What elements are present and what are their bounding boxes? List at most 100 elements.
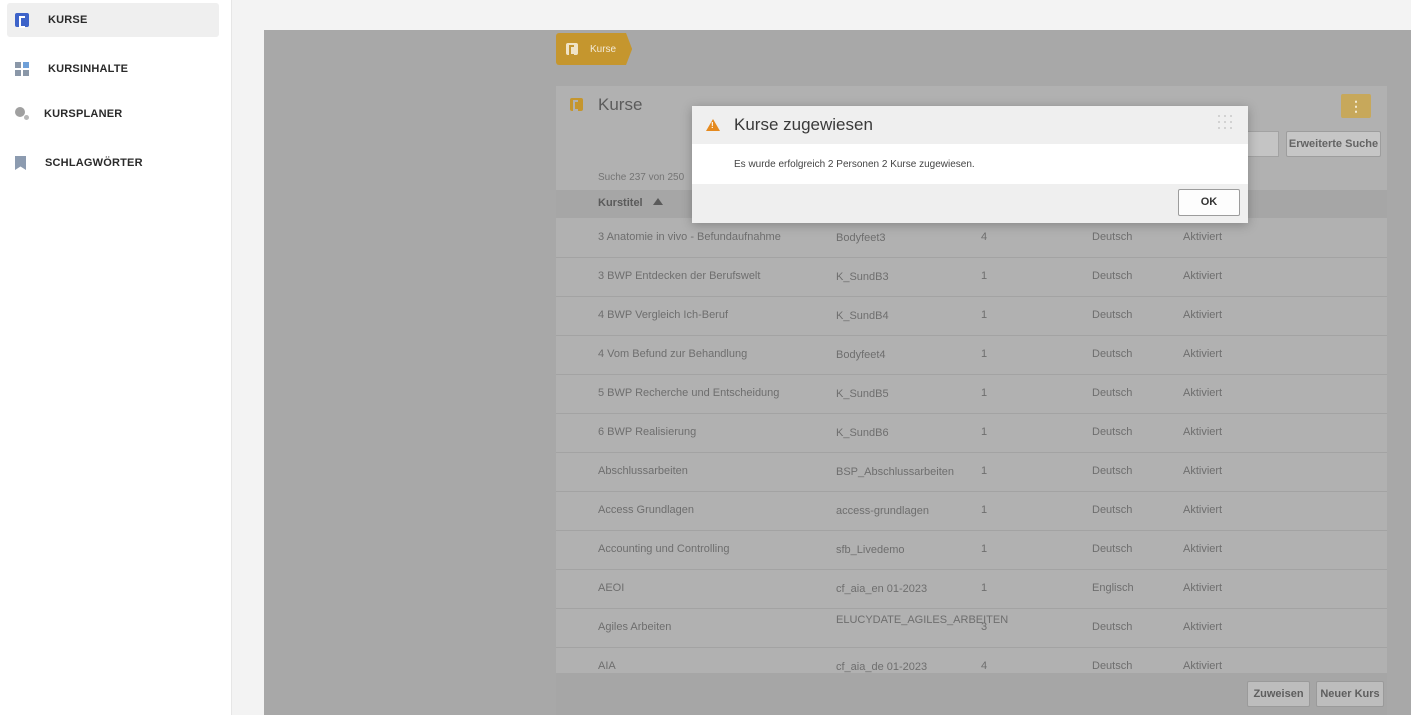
result-count: Suche 237 von 250 — [598, 172, 685, 183]
cell-count: 4 — [981, 660, 988, 672]
table-row[interactable]: 6 BWP Realisierung K_SundB6 1 Deutsch Aktivi… — [556, 414, 1387, 453]
cell-language: Deutsch — [1092, 387, 1133, 399]
panel-footer: Zuweisen Neuer Kurs — [556, 673, 1387, 715]
table-row[interactable]: Agiles Arbeiten ELUCYDATE_AGILES_ARBEITEN… — [556, 609, 1387, 648]
cell-count: 1 — [981, 465, 988, 477]
cell-count: 1 — [981, 504, 988, 516]
table-row[interactable]: Accounting und Controlling sfb_Livedemo 1 D… — [556, 531, 1387, 570]
cell-status: Aktiviert — [1183, 543, 1223, 555]
cell-code: access-grundlagen — [836, 505, 929, 517]
cell-title: AEOI — [598, 582, 625, 594]
cell-status: Aktiviert — [1183, 504, 1223, 516]
cell-status: Aktiviert — [1183, 582, 1223, 594]
cell-status: Aktiviert — [1183, 348, 1223, 360]
cell-language: Deutsch — [1092, 543, 1133, 555]
cell-title: Access Grundlagen — [598, 504, 694, 516]
table-row[interactable]: 3 BWP Entdecken der Berufswelt K_SundB3 1 D… — [556, 258, 1387, 297]
cell-count: 3 — [981, 621, 988, 633]
warning-icon — [706, 119, 720, 131]
cell-count: 1 — [981, 426, 988, 438]
table-row[interactable]: AIA cf_aia_de 01-2023 4 Deutsch Aktiviert — [556, 648, 1387, 676]
cell-title: Agiles Arbeiten — [598, 621, 672, 633]
sidebar-item-schlagwoerter[interactable]: SCHLAGWÖRTER — [7, 146, 219, 180]
assign-button[interactable]: Zuweisen — [1247, 681, 1310, 707]
sort-ascending-icon — [652, 198, 663, 205]
advanced-search-button[interactable]: Erweiterte Suche — [1286, 131, 1381, 157]
cell-code: Bodyfeet3 — [836, 232, 886, 244]
panel-title: Kurse — [598, 95, 643, 114]
sidebar-item-kursplaner[interactable]: KURSPLANER — [7, 97, 219, 131]
table-row[interactable]: 3 Anatomie in vivo - Befundaufnahme Bodyf… — [556, 219, 1387, 258]
dialog-header[interactable]: Kurse zugewiesen — [692, 106, 1248, 144]
cell-language: Deutsch — [1092, 231, 1133, 243]
cell-code: ELUCYDATE_AGILES_ARBEITEN — [836, 614, 1009, 626]
cell-language: Deutsch — [1092, 348, 1133, 360]
cell-language: Deutsch — [1092, 660, 1133, 672]
assignment-dialog: Kurse zugewiesen Es wurde erfolgreich 2 … — [692, 106, 1248, 223]
cell-language: Deutsch — [1092, 270, 1133, 282]
cell-language: Deutsch — [1092, 426, 1133, 438]
cell-code: BSP_Abschlussarbeiten — [836, 466, 955, 478]
cell-code: K_SundB5 — [836, 388, 889, 400]
cell-status: Aktiviert — [1183, 387, 1223, 399]
sidebar-item-label: KURSINHALTE — [48, 63, 129, 75]
cell-status: Aktiviert — [1183, 309, 1223, 321]
cell-title: 3 Anatomie in vivo - Befundaufnahme — [598, 231, 781, 243]
new-course-button[interactable]: Neuer Kurs — [1316, 681, 1384, 707]
table-body: 3 Anatomie in vivo - Befundaufnahme Bodyf… — [556, 219, 1387, 676]
cell-count: 1 — [981, 309, 988, 321]
table-row[interactable]: AEOI cf_aia_en 01-2023 1 Englisch Aktiviert — [556, 570, 1387, 609]
breadcrumb-label: Kurse — [590, 43, 617, 55]
kurse-icon — [570, 98, 583, 111]
table-row[interactable]: Abschlussarbeiten BSP_Abschlussarbeiten 1 D… — [556, 453, 1387, 492]
cell-status: Aktiviert — [1183, 465, 1223, 477]
cell-language: Deutsch — [1092, 504, 1133, 516]
kursinhalte-icon — [15, 62, 29, 76]
search-input[interactable] — [1243, 131, 1279, 157]
cell-status: Aktiviert — [1183, 660, 1223, 672]
more-options-button[interactable]: ⋮ — [1341, 94, 1371, 118]
cell-language: Englisch — [1092, 582, 1134, 594]
table-row[interactable]: 5 BWP Recherche und Entscheidung K_SundB5… — [556, 375, 1387, 414]
cell-language: Deutsch — [1092, 621, 1133, 633]
kurse-icon — [566, 43, 578, 56]
cell-code: K_SundB3 — [836, 271, 889, 283]
cell-count: 1 — [981, 543, 988, 555]
table-row[interactable]: Access Grundlagen access-grundlagen 1 Deuts… — [556, 492, 1387, 531]
cell-status: Aktiviert — [1183, 270, 1223, 282]
cell-title: Accounting und Controlling — [598, 543, 730, 555]
cell-title: 5 BWP Recherche und Entscheidung — [598, 387, 780, 399]
cell-count: 1 — [981, 582, 988, 594]
bookmark-icon — [15, 156, 26, 170]
cell-code: sfb_Livedemo — [836, 544, 905, 556]
breadcrumb[interactable]: Kurse — [556, 33, 633, 65]
cell-language: Deutsch — [1092, 465, 1133, 477]
cell-count: 1 — [981, 270, 988, 282]
table-row[interactable]: 4 BWP Vergleich Ich-Beruf K_SundB4 1 Deutsc… — [556, 297, 1387, 336]
sidebar-item-kursinhalte[interactable]: KURSINHALTE — [7, 52, 219, 86]
cell-title: 4 BWP Vergleich Ich-Beruf — [598, 309, 729, 321]
drag-handle-icon[interactable] — [1218, 115, 1236, 133]
cell-status: Aktiviert — [1183, 231, 1223, 243]
cell-count: 1 — [981, 348, 988, 360]
dialog-footer: OK — [692, 184, 1248, 223]
cell-title: AIA — [598, 660, 616, 672]
cell-title: 6 BWP Realisierung — [598, 426, 697, 438]
sidebar-item-kurse[interactable]: KURSE — [7, 3, 219, 37]
cell-title: Abschlussarbeiten — [598, 465, 688, 477]
cell-title: 4 Vom Befund zur Behandlung — [598, 348, 748, 360]
sidebar: KURSE KURSINHALTE KURSPLANER SCHLAGWÖRTE… — [0, 0, 232, 715]
cell-count: 1 — [981, 387, 988, 399]
cell-title: 3 BWP Entdecken der Berufswelt — [598, 270, 761, 282]
ok-button[interactable]: OK — [1178, 189, 1240, 216]
dialog-title: Kurse zugewiesen — [734, 115, 873, 134]
kursplaner-icon — [15, 107, 29, 120]
cell-status: Aktiviert — [1183, 426, 1223, 438]
sidebar-item-label: KURSE — [48, 14, 88, 26]
dialog-message: Es wurde erfolgreich 2 Personen 2 Kurse … — [734, 158, 975, 170]
sidebar-item-label: KURSPLANER — [44, 108, 123, 120]
column-header-kurstitel[interactable]: Kurstitel — [598, 197, 663, 209]
table-row[interactable]: 4 Vom Befund zur Behandlung Bodyfeet4 1 Deu… — [556, 336, 1387, 375]
cell-code: K_SundB6 — [836, 427, 889, 439]
cell-language: Deutsch — [1092, 309, 1133, 321]
